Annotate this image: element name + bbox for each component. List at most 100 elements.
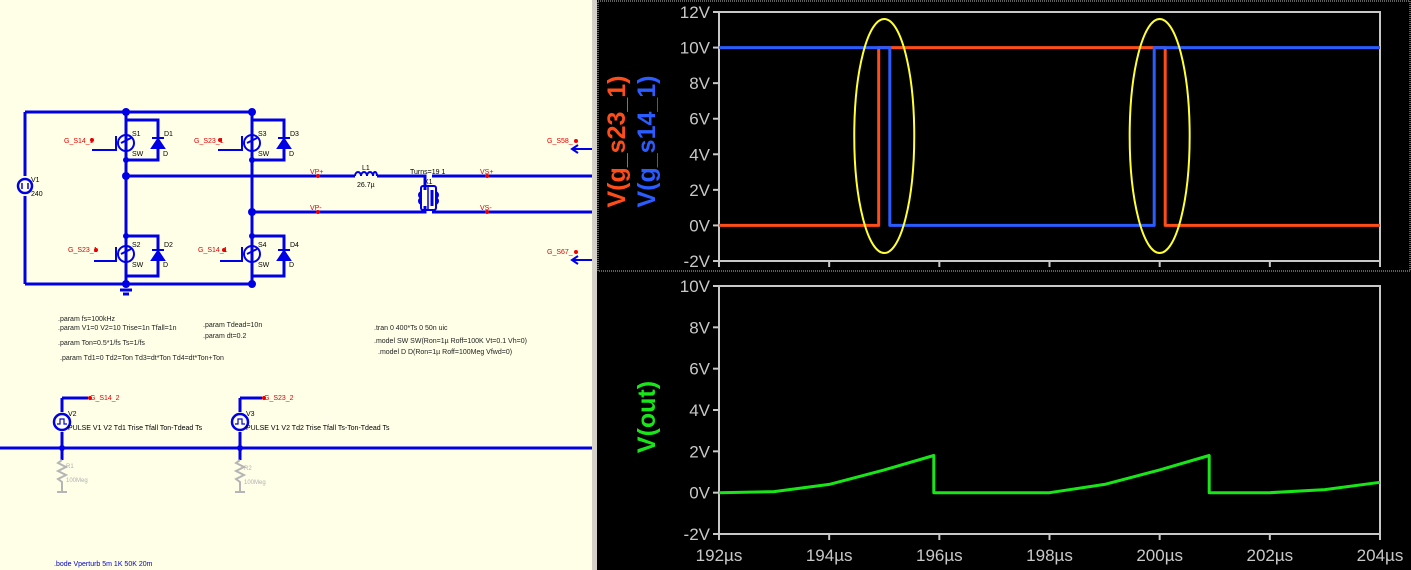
y-tick-label: 12V — [680, 3, 711, 22]
spice-directive[interactable]: .bode Vperturb 5m 1K 50K 20m — [54, 561, 153, 568]
schematic-editor[interactable]: G_S14_1 G_S23_1 G_S23_1 G_S14_1 G_S58_ G… — [0, 0, 592, 570]
component-label: SW — [258, 262, 270, 269]
y-tick-label: 6V — [689, 360, 710, 379]
trace-label[interactable]: V(g_s14_1) — [633, 75, 661, 207]
component-label: Turns=19 1 — [410, 169, 445, 176]
wire[interactable] — [252, 234, 286, 278]
component-label: PULSE V1 V2 Td2 Trise Tfall Ts-Ton-Tdead… — [246, 425, 390, 432]
voltage-source-v1[interactable] — [16, 177, 34, 195]
component-label: D4 — [290, 242, 299, 249]
component-label: SW — [132, 151, 144, 158]
junction-dot — [249, 157, 255, 163]
wire[interactable] — [126, 234, 160, 278]
x-tick-label: 200µs — [1136, 546, 1183, 565]
resistor-r2[interactable] — [233, 459, 247, 493]
component-label: L1 — [362, 165, 370, 172]
trace-label[interactable]: V(g_s23_1) — [603, 75, 631, 207]
series-line[interactable] — [718, 454, 1381, 495]
component-label: 100Meg — [66, 478, 88, 484]
spice-directive[interactable]: .tran 0 400*Ts 0 50n uic — [374, 325, 448, 332]
component-label: R2 — [244, 466, 252, 472]
junction-dot — [248, 280, 256, 288]
diode-d2[interactable] — [150, 249, 166, 261]
y-tick-label: 10V — [680, 277, 711, 296]
junction-dot — [122, 172, 130, 180]
junction-dot — [123, 233, 129, 239]
net-label: G_S67_ — [547, 249, 573, 256]
junction-dot — [59, 445, 65, 451]
switch-s3[interactable] — [218, 134, 261, 152]
x-tick-label: 202µs — [1246, 546, 1293, 565]
series-line[interactable] — [719, 46, 1380, 227]
component-label: D — [163, 151, 168, 158]
trace-label[interactable]: V(out) — [633, 381, 661, 453]
offpage-arrows — [570, 144, 592, 265]
plot-pane-bottom[interactable]: 10V 8V 6V 4V 2V 0V -2V 192µs 194µs 196µs 198µs 200µ… — [633, 277, 1403, 565]
spice-directive[interactable]: .param dt=0.2 — [203, 333, 246, 340]
wire[interactable] — [377, 174, 427, 190]
diode-d4[interactable] — [276, 249, 292, 261]
component-label: SW — [132, 262, 144, 269]
spice-directive[interactable]: .param fs=100kHz — [58, 316, 115, 323]
component-label: 100Meg — [244, 480, 266, 486]
y-tick-label: 10V — [680, 39, 711, 58]
component-label: X1 — [424, 179, 433, 186]
component-label: V2 — [68, 411, 77, 418]
y-tick-label: 4V — [689, 145, 710, 164]
highlight-ellipse — [1128, 18, 1191, 254]
plot-pane-top[interactable]: 12V 10V 8V 6V 4V 2V 0V -2V V(g_s23_1) V(g_s14_1) — [603, 3, 1381, 271]
highlight-ellipse — [853, 18, 916, 254]
junction-dot — [248, 108, 256, 116]
waveform-viewer[interactable]: 12V 10V 8V 6V 4V 2V 0V -2V V(g_s23_1) V(g_s14_1) … — [597, 0, 1411, 570]
component-label: S4 — [258, 242, 267, 249]
x-tick-label: 196µs — [916, 546, 963, 565]
component-label: S1 — [132, 131, 141, 138]
component-label: S3 — [258, 131, 267, 138]
junction-dot — [237, 445, 243, 451]
junction-dot — [248, 208, 256, 216]
net-label: VS- — [480, 205, 492, 212]
y-tick-label: 8V — [689, 318, 710, 337]
x-tick-label: 192µs — [696, 546, 743, 565]
net-label: G_S14_2 — [90, 395, 120, 402]
x-tick-label: 194µs — [806, 546, 853, 565]
component-label: D — [163, 262, 168, 269]
spice-directive[interactable]: .model SW SW(Ron=1µ Roff=100K Vt=0.1 Vh=… — [374, 338, 527, 345]
spice-directive[interactable]: .param Ton=0.5*1/fs Ts=1/fs — [58, 340, 145, 347]
component-label: R1 — [66, 464, 74, 470]
net-label: G_S58_ — [547, 138, 573, 145]
x-tick-label: 198µs — [1026, 546, 1073, 565]
schematic-canvas[interactable]: G_S14_1 G_S23_1 G_S23_1 G_S14_1 G_S58_ G… — [0, 0, 592, 570]
diode-d1[interactable] — [150, 137, 166, 149]
net-label: VP- — [310, 205, 322, 212]
series-line[interactable] — [719, 46, 1380, 227]
x-tick-label: 204µs — [1357, 546, 1404, 565]
y-tick-label: 0V — [689, 484, 710, 503]
junction-dot — [123, 157, 129, 163]
inductor-l1[interactable] — [354, 171, 378, 177]
junction-dot — [122, 280, 130, 288]
y-tick-label: 8V — [689, 74, 710, 93]
net-label: G_S23_2 — [264, 395, 294, 402]
component-label: V1 — [31, 177, 40, 184]
spice-directive[interactable]: .param Tdead=10n — [203, 322, 262, 329]
y-tick-label: 4V — [689, 401, 710, 420]
switch-s1[interactable] — [92, 134, 135, 152]
waveform-canvas[interactable]: 12V10V8V6V4V2V0V-2VV(g_s23_1) V(g_s14_1) … — [597, 0, 1411, 570]
net-label: G_S14_1 — [198, 247, 228, 254]
ground-stub — [120, 288, 132, 296]
switch-s2[interactable] — [94, 245, 135, 263]
net-label: G_S23_1 — [68, 247, 98, 254]
spice-directive[interactable]: .model D D(Ron=1µ Roff=100Meg Vfwd=0) — [378, 349, 512, 356]
transformer-x1[interactable] — [418, 185, 439, 211]
spice-directive[interactable]: .param V1=0 V2=10 Trise=1n Tfall=1n — [58, 325, 177, 332]
wire[interactable] — [252, 206, 427, 214]
net-label: VS+ — [480, 169, 493, 176]
spice-directive[interactable]: .param Td1=0 Td2=Ton Td3=dt*Ton Td4=dt*T… — [60, 355, 224, 362]
net-label: VP+ — [310, 169, 323, 176]
component-label: 240 — [31, 191, 43, 198]
component-label: D — [289, 151, 294, 158]
component-label: S2 — [132, 242, 141, 249]
diode-d3[interactable] — [276, 137, 292, 149]
y-tick-label: 2V — [689, 181, 710, 200]
